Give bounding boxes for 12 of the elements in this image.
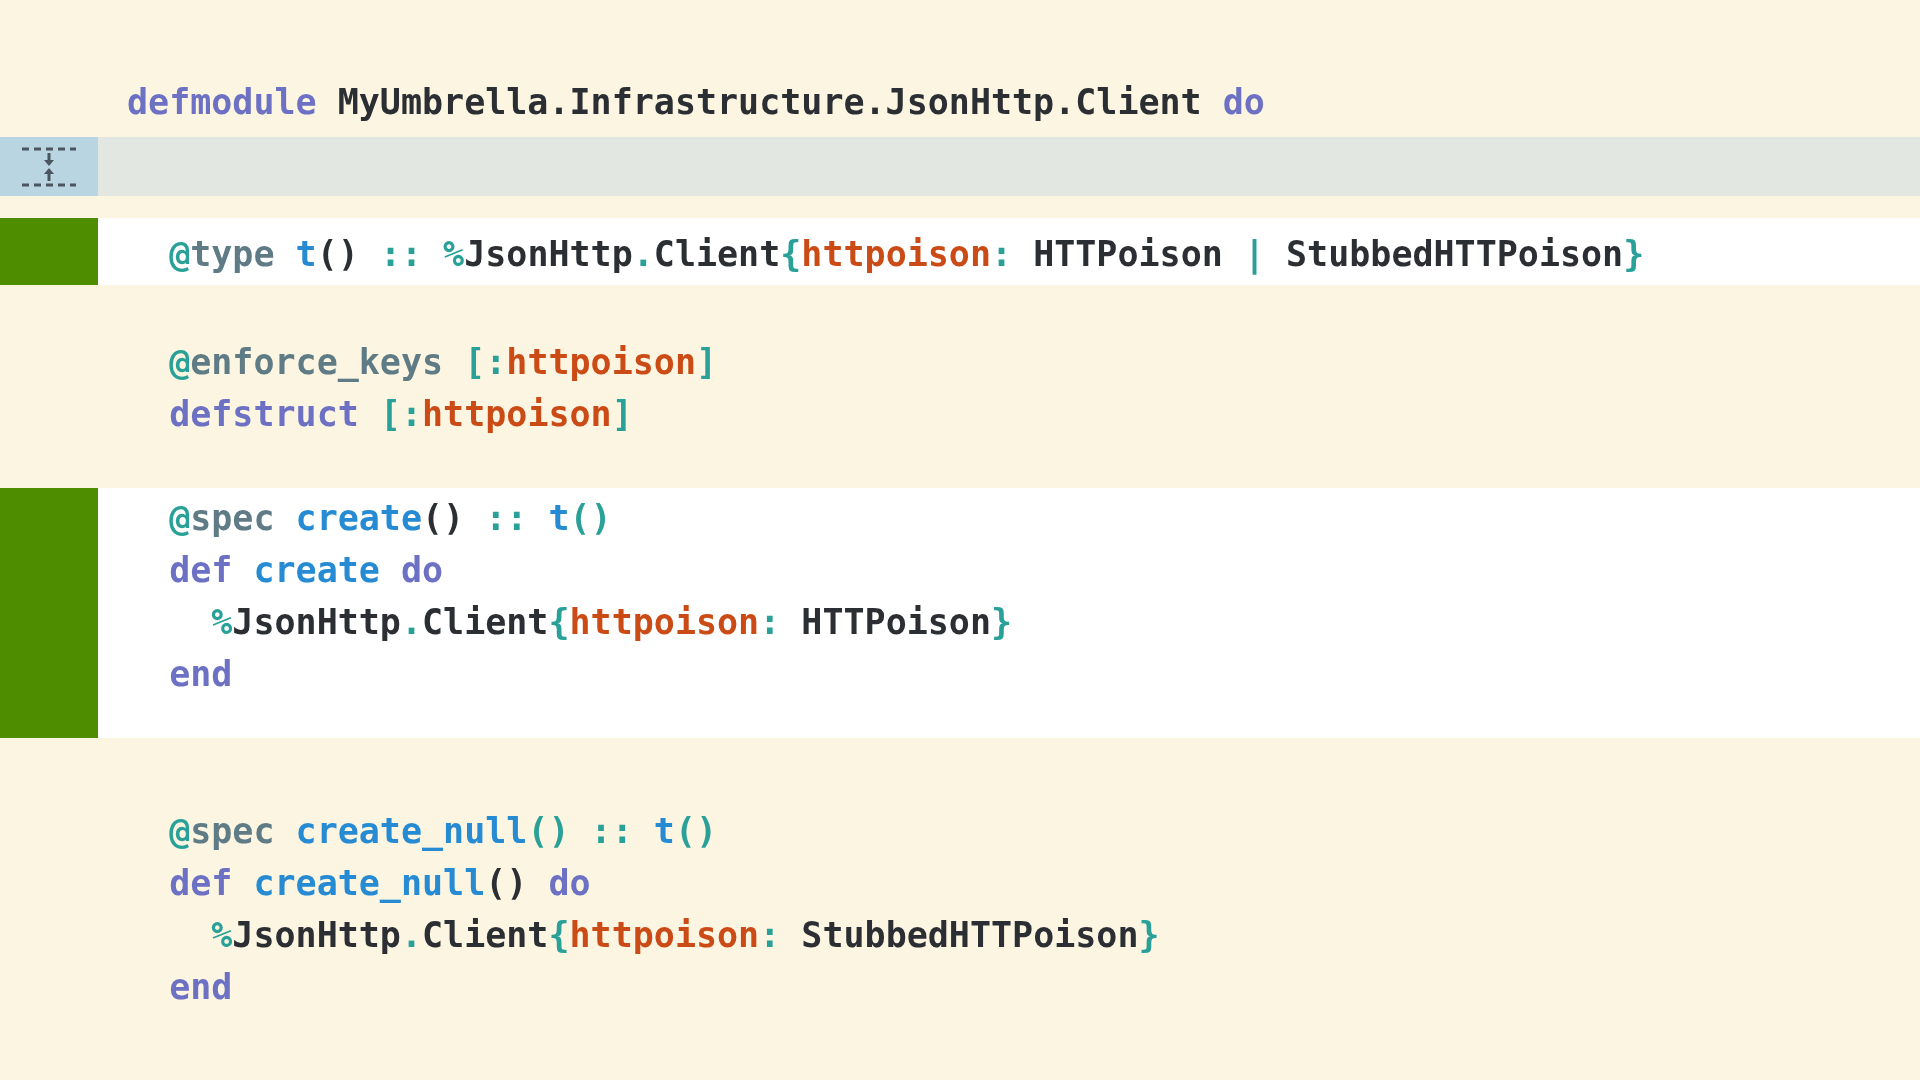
code-line: %JsonHttp.Client{httpoison: StubbedHTTPoison} [210, 914, 1160, 957]
code-line: defmodule MyUmbrella.Infrastructure.JsonHttp.Client do [127, 81, 1265, 124]
code-line: end [168, 966, 234, 1009]
code-line: defstruct [:httpoison] [168, 393, 634, 436]
code-line: @spec create() :: t() [168, 497, 613, 540]
code-line: %JsonHttp.Client{httpoison: HTTPoison} [210, 601, 1013, 644]
code-line: end [168, 653, 234, 696]
code-line: def create do [168, 549, 445, 592]
code-line: def create_null() do [168, 862, 592, 905]
code-line: @enforce_keys [:httpoison] [168, 341, 718, 384]
code-line: @type t() :: %JsonHttp.Client{httpoison: HTTPoison | StubbedHTTPoison} [168, 233, 1645, 277]
code-line: @spec create_null() :: t() [168, 810, 719, 853]
